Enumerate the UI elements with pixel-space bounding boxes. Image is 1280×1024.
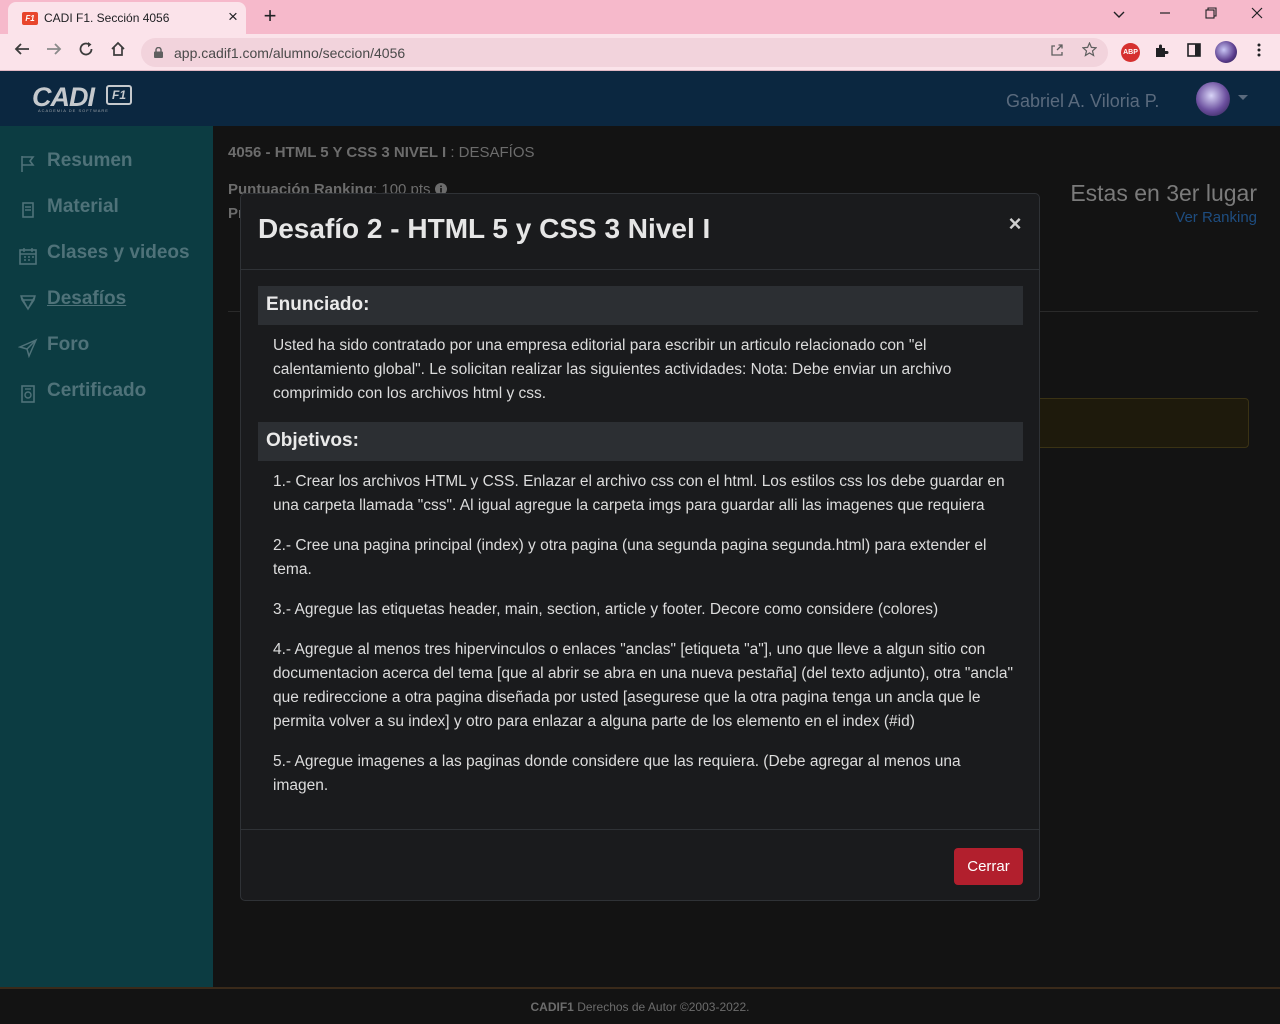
modal-header-divider [241,269,1039,270]
certificate-icon [21,385,35,403]
profile-avatar[interactable] [1215,41,1237,63]
app-header: CADI F1 ACADEMIA DE SOFTWARE Gabriel A. … [0,71,1280,126]
objetivos-heading: Objetivos: [258,422,1023,461]
warning-alert [1028,398,1249,448]
objetivo-item: 5.- Agregue imagenes a las paginas donde… [273,753,961,794]
trophy-icon [20,295,36,311]
back-arrow-icon[interactable] [10,40,34,64]
user-menu-caret-icon[interactable] [1238,95,1248,100]
sidebar-item-certificado[interactable]: Certificado [18,378,208,408]
lock-icon [154,47,163,58]
browser-menu-icon[interactable] [1249,43,1268,62]
modal-title: Desafío 2 - HTML 5 y CSS 3 Nivel I [258,213,711,244]
user-avatar[interactable] [1196,82,1230,116]
share-icon[interactable] [1047,42,1067,62]
course-title: 4056 - HTML 5 Y CSS 3 NIVEL I : DESAFÍOS [228,144,535,161]
sidebar-item-material[interactable]: Material [18,194,208,224]
sidebar: Resumen Material Clases y videos Desafío… [0,126,213,987]
url-text: app.cadif1.com/alumno/seccion/4056 [174,45,406,61]
user-name[interactable]: Gabriel A. Viloria P. [1006,91,1159,112]
extensions-puzzle-icon[interactable] [1152,43,1171,62]
footer: CADIF1 Derechos de Autor ©2003-2022. [0,987,1280,1024]
ver-ranking-link[interactable]: Ver Ranking [1175,209,1257,226]
calendar-icon [19,248,37,265]
new-tab-button[interactable]: + [259,5,281,27]
paper-plane-icon [18,338,38,358]
restore-icon[interactable] [1200,4,1222,26]
browser-tab[interactable]: F1 CADI F1. Sección 4056 × [8,2,246,34]
sidebar-item-clases-y-videos[interactable]: Clases y videos [18,240,208,270]
close-window-icon[interactable] [1246,4,1268,26]
home-icon[interactable] [106,40,130,64]
flag-icon [21,156,35,172]
side-panel-icon[interactable] [1184,43,1203,62]
objetivo-item: 4.- Agregue al menos tres hipervinculos … [273,641,1013,730]
cadif1-logo[interactable]: CADI F1 ACADEMIA DE SOFTWARE [32,82,132,114]
copyright-text: CADIF1 Derechos de Autor ©2003-2022. [530,1000,750,1014]
tab-search-icon[interactable] [1108,4,1130,26]
sidebar-item-desafios[interactable]: Desafíos [18,286,208,316]
cerrar-button[interactable]: Cerrar [954,848,1023,885]
tab-close-icon[interactable]: × [224,8,242,26]
modal-footer-divider [241,829,1039,830]
bookmark-star-icon[interactable] [1079,41,1099,62]
book-icon [22,202,34,218]
address-bar[interactable]: app.cadif1.com/alumno/seccion/4056 [141,38,1108,67]
challenge-modal: Desafío 2 - HTML 5 y CSS 3 Nivel I × Enu… [240,193,1040,901]
browser-toolbar: app.cadif1.com/alumno/seccion/4056 ABP [0,34,1280,71]
enunciado-heading: Enunciado: [258,286,1023,325]
site-favicon-icon: F1 [22,12,38,25]
sidebar-item-foro[interactable]: Foro [18,332,208,362]
objetivo-item: 2.- Cree una pagina principal (index) y … [273,537,987,578]
objetivo-item: 3.- Agregue las etiquetas header, main, … [273,601,939,618]
enunciado-text: Usted ha sido contratado por una empresa… [273,337,952,402]
objetivo-item: 1.- Crear los archivos HTML y CSS. Enlaz… [273,473,1005,514]
ranking-position: Estas en 3er lugar [1070,180,1257,206]
modal-close-icon[interactable]: × [1003,212,1027,236]
forward-arrow-icon[interactable] [42,40,66,64]
browser-tab-strip: F1 CADI F1. Sección 4056 × + [0,0,1280,34]
adblock-plus-icon[interactable]: ABP [1121,43,1140,62]
tab-title: CADI F1. Sección 4056 [44,11,170,25]
sidebar-item-resumen[interactable]: Resumen [18,148,208,178]
reload-icon[interactable] [74,40,98,64]
minimize-icon[interactable] [1154,4,1176,26]
